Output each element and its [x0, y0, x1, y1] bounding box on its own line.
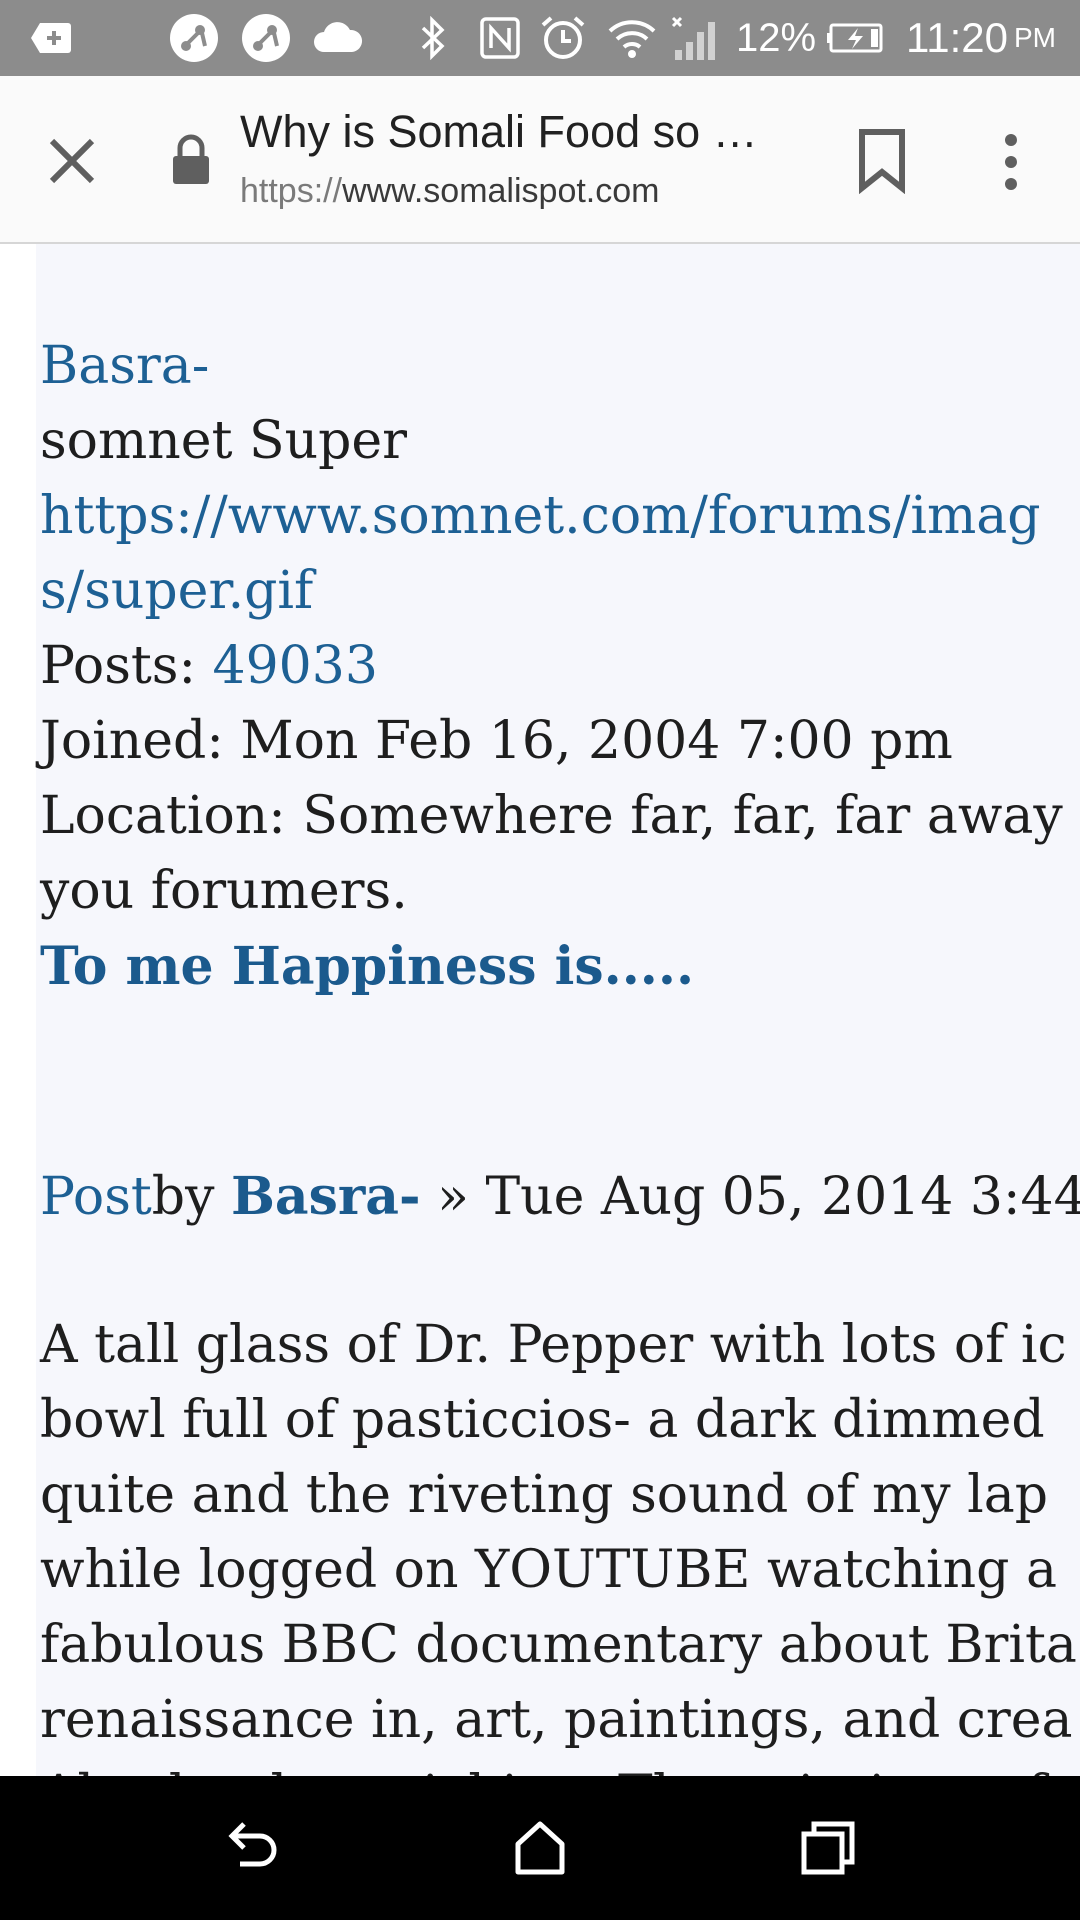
post-body-line: A tall glass of Dr. Pepper with lots of … — [40, 1315, 1067, 1375]
post-permalink[interactable]: Post — [40, 1167, 152, 1227]
post-date: Tue Aug 05, 2014 3:44 p — [485, 1167, 1080, 1227]
back-icon — [228, 1822, 277, 1867]
profile-joined: Joined: Mon Feb 16, 2004 7:00 pm — [40, 711, 953, 771]
cloud-icon — [312, 10, 364, 66]
bookmark-icon — [859, 129, 905, 195]
battery-charging-icon — [826, 10, 886, 66]
bluetooth-icon — [416, 10, 450, 66]
back-button[interactable] — [220, 1816, 284, 1880]
signature-link[interactable]: To me Happiness is..... — [40, 929, 694, 1004]
page-title[interactable]: Why is Somali Food so … — [240, 106, 780, 158]
bookmark-button[interactable] — [856, 128, 908, 195]
rank-image-link-cont[interactable]: s/super.gif — [40, 554, 313, 629]
battery-percent: 12% — [736, 15, 817, 60]
url-host: www.somalispot.com — [342, 172, 660, 210]
recent-apps-button[interactable] — [796, 1816, 860, 1880]
profile-username[interactable]: Basra- — [40, 329, 209, 404]
plus-box-icon — [28, 10, 74, 66]
lock-icon[interactable] — [170, 134, 212, 186]
posts-count-link[interactable]: 49033 — [213, 636, 378, 696]
post-body-line: quite and the riveting sound of my lap — [40, 1465, 1049, 1525]
post-body-line: renaissance in, art, paintings, and crea — [40, 1690, 1073, 1750]
navigation-bar — [0, 1776, 1080, 1920]
url-scheme: https:// — [240, 172, 343, 210]
app-icon — [168, 10, 220, 66]
profile-location: Location: Somewhere far, far, far away — [40, 786, 1063, 846]
overflow-menu-button[interactable] — [988, 130, 1034, 194]
browser-toolbar: Why is Somali Food so … https://www.soma… — [0, 76, 1080, 244]
close-tab-button[interactable] — [42, 131, 102, 191]
clock-time: 11:20 — [906, 14, 1008, 61]
nfc-icon — [478, 10, 522, 66]
post-body-line: bowl full of pasticcios- a dark dimmed — [40, 1390, 1045, 1450]
wifi-icon — [606, 10, 658, 66]
post-body-line: while logged on YOUTUBE watching a — [40, 1540, 1057, 1600]
post-header: Postby Basra- » Tue Aug 05, 2014 3:44 p — [40, 1159, 1080, 1235]
home-button[interactable] — [508, 1816, 572, 1880]
post-body-line: fabulous BBC documentary about Brita — [40, 1615, 1077, 1675]
home-icon — [515, 1821, 565, 1875]
clock-ampm: PM — [1014, 22, 1056, 53]
url-display[interactable]: https://www.somalispot.com — [240, 172, 659, 211]
post-author-link[interactable]: Basra- — [231, 1166, 421, 1227]
clock: 11:20 PM — [906, 0, 1056, 76]
close-icon — [49, 138, 95, 184]
post-separator: » — [420, 1167, 486, 1227]
more-vert-icon — [1005, 134, 1017, 190]
web-page[interactable]: Basra- somnet Super https://www.somnet.c… — [0, 244, 1080, 1776]
profile-posts: Posts: 49033 — [40, 629, 378, 704]
post-by: by — [151, 1167, 231, 1227]
alarm-icon — [538, 10, 588, 66]
profile-rank: somnet Super — [40, 411, 408, 471]
status-bar: 12% 11:20 PM — [0, 0, 1080, 76]
posts-label: Posts: — [40, 636, 213, 696]
signal-icon — [668, 10, 720, 66]
rank-image-link[interactable]: https://www.somnet.com/forums/imag — [40, 479, 1041, 554]
post-body-line: Absolutely enriching. The paintings of — [40, 1758, 1046, 1776]
profile-location-cont: you forumers. — [40, 861, 408, 921]
app-icon — [240, 10, 292, 66]
recent-apps-icon — [801, 1821, 855, 1875]
